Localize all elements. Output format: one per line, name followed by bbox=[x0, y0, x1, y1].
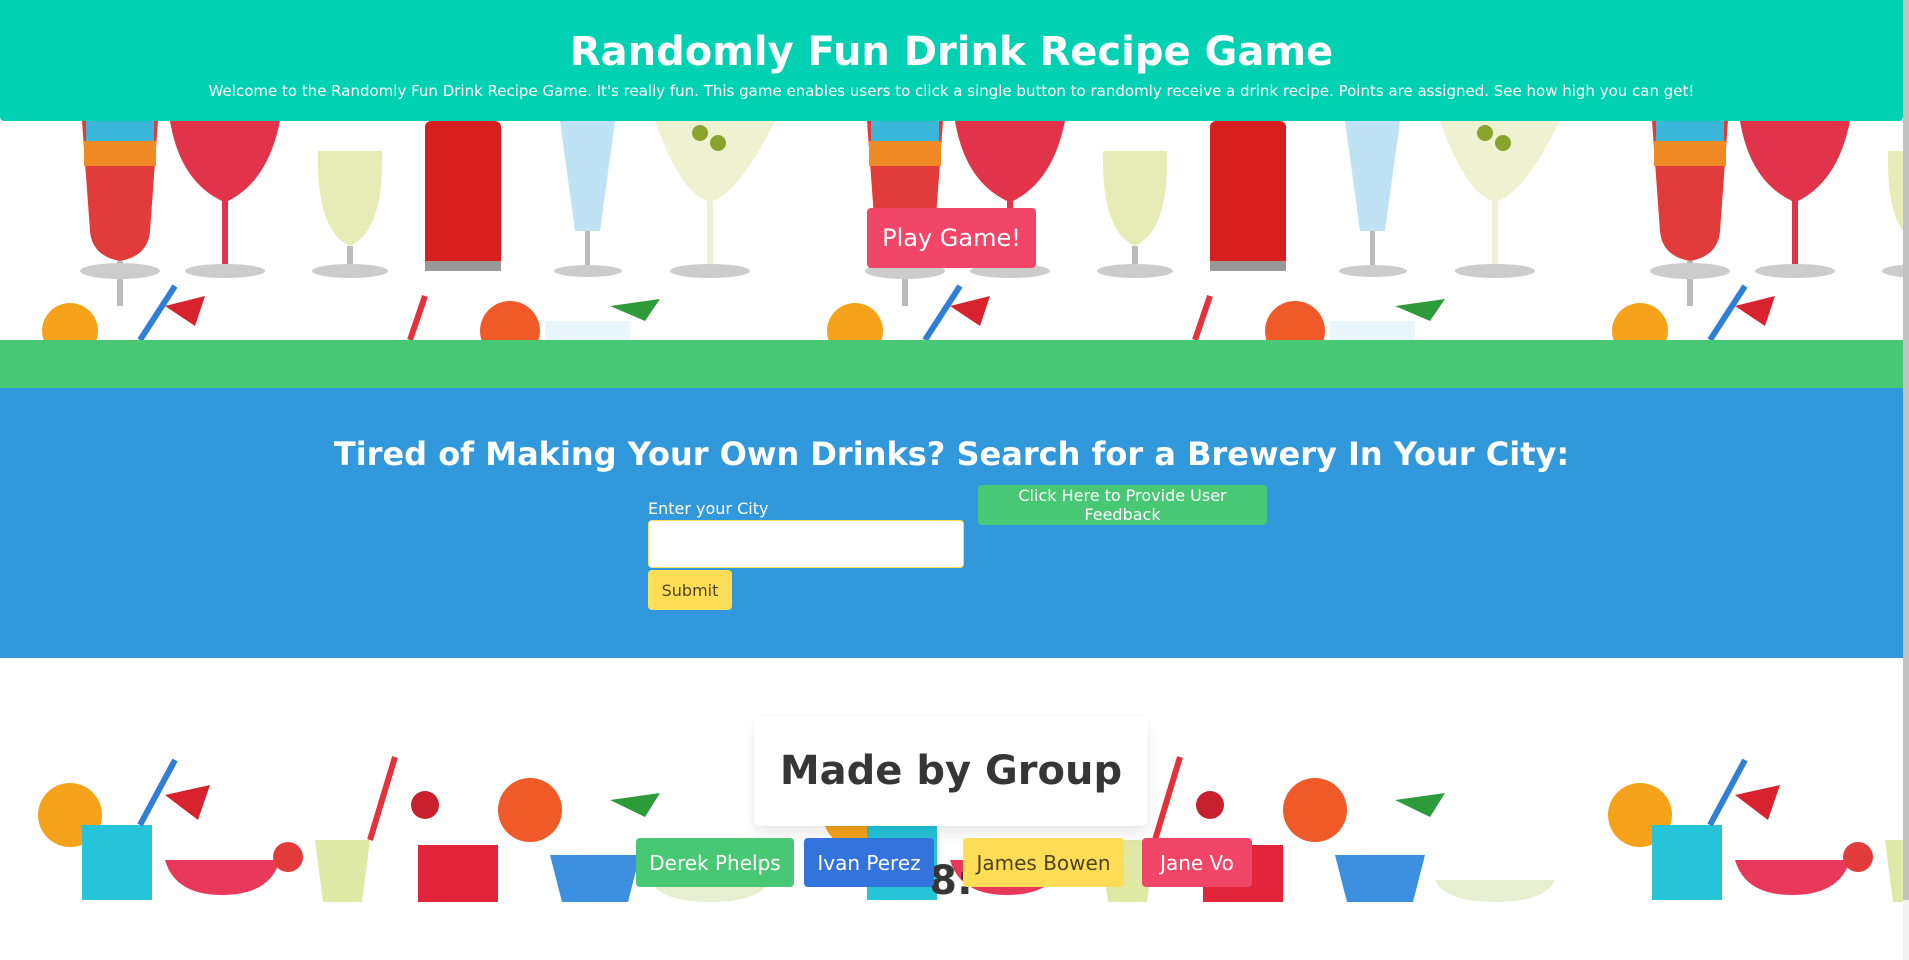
vertical-scrollbar[interactable] bbox=[1903, 0, 1909, 960]
city-label: Enter your City bbox=[648, 499, 769, 518]
play-game-button[interactable]: Play Game! bbox=[867, 208, 1036, 268]
member-button-james-bowen[interactable]: James Bowen bbox=[963, 838, 1124, 887]
brewery-heading: Tired of Making Your Own Drinks? Search … bbox=[333, 435, 1570, 473]
member-button-jane-vo[interactable]: Jane Vo bbox=[1142, 838, 1252, 887]
hero-header: Randomly Fun Drink Recipe Game Welcome t… bbox=[0, 0, 1903, 121]
submit-button[interactable]: Submit bbox=[648, 570, 732, 610]
user-feedback-button[interactable]: Click Here to Provide User Feedback bbox=[978, 485, 1267, 525]
credits-box: Made by Group 8: bbox=[754, 716, 1148, 904]
brewery-search-section: Tired of Making Your Own Drinks? Search … bbox=[0, 388, 1903, 658]
page-subtitle: Welcome to the Randomly Fun Drink Recipe… bbox=[208, 82, 1695, 100]
member-button-ivan-perez[interactable]: Ivan Perez bbox=[804, 838, 934, 887]
member-button-derek-phelps[interactable]: Derek Phelps bbox=[636, 838, 794, 887]
divider-strip bbox=[0, 340, 1903, 388]
page: Randomly Fun Drink Recipe Game Welcome t… bbox=[0, 0, 1903, 960]
page-title: Randomly Fun Drink Recipe Game bbox=[569, 29, 1334, 75]
scrollbar-thumb[interactable] bbox=[1903, 0, 1909, 900]
credits-heading: Made by Group 8: bbox=[779, 748, 1123, 904]
city-input[interactable] bbox=[648, 520, 964, 568]
